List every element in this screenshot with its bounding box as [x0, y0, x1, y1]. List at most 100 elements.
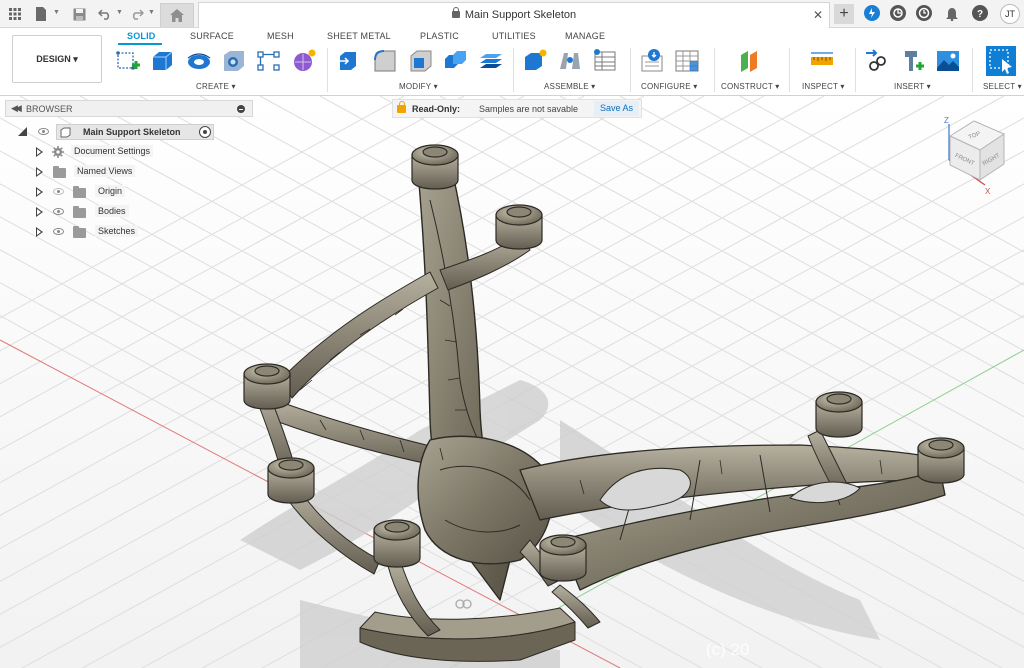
ribbon-separator: [327, 48, 328, 92]
tab-plastic[interactable]: PLASTIC: [420, 31, 459, 41]
notifications-bell-icon[interactable]: [943, 5, 961, 23]
puck-top-1: [411, 144, 459, 190]
tab-manage[interactable]: MANAGE: [565, 31, 605, 41]
ribbon-separator: [630, 48, 631, 92]
fillet-icon[interactable]: [372, 48, 398, 74]
expand-triangle-icon[interactable]: [36, 207, 43, 217]
tab-mesh[interactable]: MESH: [267, 31, 294, 41]
visibility-eye-icon[interactable]: [53, 208, 64, 215]
select-group-label[interactable]: SELECT ▾: [983, 82, 1022, 91]
job-status-icon[interactable]: [890, 5, 906, 21]
tab-solid[interactable]: SOLID: [127, 31, 156, 41]
puck-left-1: [243, 363, 291, 410]
file-menu-caret-icon[interactable]: ▼: [53, 9, 60, 16]
visibility-eye-icon[interactable]: [38, 128, 49, 135]
read-only-label: Read-Only:: [412, 104, 461, 114]
expand-triangle-icon[interactable]: [36, 147, 43, 157]
measure-icon[interactable]: [809, 48, 835, 74]
puck-front-2: [539, 534, 587, 582]
tree-item-document-settings[interactable]: Document Settings: [34, 144, 194, 160]
ribbon-separator: [972, 48, 973, 92]
svg-text:?: ?: [977, 9, 983, 20]
visibility-eye-icon[interactable]: [53, 228, 64, 235]
puck-right-1: [815, 391, 863, 438]
app-bar: ▼ ▼ ▼ Main Support Skeleton ✕ + ? JT: [0, 0, 1024, 28]
3d-viewport[interactable]: TOP FRONT RIGHT Z X (c) 20: [0, 96, 1024, 668]
tree-item-origin[interactable]: Origin: [34, 184, 194, 200]
hidden-eye-icon[interactable]: [53, 188, 64, 195]
undo-icon[interactable]: [96, 5, 114, 23]
home-icon: [170, 9, 184, 22]
document-title: Main Support Skeleton: [464, 9, 577, 21]
bill-of-materials-icon[interactable]: [592, 48, 618, 74]
viewcube-z-label: Z: [944, 116, 949, 125]
redo-caret-icon[interactable]: ▼: [148, 9, 155, 16]
workspace-switcher[interactable]: DESIGN ▾: [12, 35, 102, 83]
read-only-banner: Read-Only: Samples are not savable Save …: [392, 99, 642, 118]
expand-triangle-icon[interactable]: [36, 167, 43, 177]
press-pull-icon[interactable]: [336, 48, 362, 74]
expand-triangle-icon[interactable]: [36, 227, 43, 237]
insert-canvas-icon[interactable]: [935, 48, 961, 74]
configure-table-icon[interactable]: [674, 48, 700, 74]
tab-surface[interactable]: SURFACE: [190, 31, 234, 41]
new-component-icon[interactable]: [522, 48, 548, 74]
root-component[interactable]: Main Support Skeleton: [56, 124, 214, 140]
file-icon[interactable]: [32, 5, 50, 23]
tree-item-label: Origin: [95, 185, 126, 197]
hole-icon[interactable]: [221, 48, 247, 74]
extensions-icon[interactable]: [864, 5, 880, 21]
pattern-icon[interactable]: [256, 48, 282, 74]
user-avatar[interactable]: JT: [1000, 4, 1020, 24]
expand-triangle-icon[interactable]: [36, 187, 43, 197]
insert-group-label[interactable]: INSERT ▾: [894, 82, 931, 91]
undo-caret-icon[interactable]: ▼: [116, 9, 123, 16]
offset-face-icon[interactable]: [478, 48, 504, 74]
change-parameters-icon[interactable]: [640, 48, 666, 74]
model-canvas[interactable]: TOP FRONT RIGHT Z X (c) 20: [0, 96, 1024, 668]
extrude-icon[interactable]: [150, 48, 176, 74]
activate-radio-icon[interactable]: [199, 126, 211, 138]
ribbon-separator: [789, 48, 790, 92]
puck-front-1: [373, 519, 421, 568]
browser-panel-header[interactable]: ◀◀ BROWSER: [5, 100, 253, 117]
shell-icon[interactable]: [408, 48, 434, 74]
tree-item-label: Named Views: [74, 165, 136, 177]
offset-plane-icon[interactable]: [737, 48, 763, 74]
revolve-icon[interactable]: [186, 48, 212, 74]
tree-item-bodies[interactable]: Bodies: [34, 204, 194, 220]
expanded-triangle-icon[interactable]: [18, 127, 28, 137]
collapse-panel-icon[interactable]: ◀◀: [11, 103, 22, 114]
tree-root-row[interactable]: Main Support Skeleton: [16, 124, 216, 140]
redo-icon[interactable]: [128, 5, 146, 23]
active-tab-indicator: [118, 43, 162, 45]
modify-group-label[interactable]: MODIFY ▾: [399, 82, 438, 91]
save-as-button[interactable]: Save As: [594, 101, 640, 116]
tab-sheet-metal[interactable]: SHEET METAL: [327, 31, 391, 41]
home-tab-button[interactable]: [160, 3, 194, 27]
create-group-label[interactable]: CREATE ▾: [196, 82, 236, 91]
select-icon[interactable]: [985, 45, 1017, 77]
minimize-panel-icon[interactable]: [237, 105, 245, 113]
inspect-group-label[interactable]: INSPECT ▾: [802, 82, 845, 91]
tab-utilities[interactable]: UTILITIES: [492, 31, 536, 41]
help-icon[interactable]: ?: [972, 5, 988, 21]
joint-icon[interactable]: [557, 48, 583, 74]
new-tab-button[interactable]: +: [834, 4, 854, 24]
tree-item-sketches[interactable]: Sketches: [34, 224, 194, 240]
insert-derive-icon[interactable]: [864, 48, 890, 74]
configure-group-label[interactable]: CONFIGURE ▾: [641, 82, 697, 91]
close-tab-icon[interactable]: ✕: [813, 8, 823, 22]
history-icon[interactable]: [916, 5, 932, 21]
form-icon[interactable]: [291, 48, 317, 74]
assemble-group-label[interactable]: ASSEMBLE ▾: [544, 82, 595, 91]
combine-icon[interactable]: [443, 48, 469, 74]
tree-item-label: Document Settings: [71, 145, 154, 157]
tree-item-named-views[interactable]: Named Views: [34, 164, 194, 180]
create-sketch-icon[interactable]: [115, 48, 141, 74]
document-tab[interactable]: Main Support Skeleton ✕: [198, 2, 830, 28]
save-icon[interactable]: [70, 5, 88, 23]
construct-group-label[interactable]: CONSTRUCT ▾: [721, 82, 780, 91]
insert-mcmaster-icon[interactable]: [900, 48, 926, 74]
app-grid-icon[interactable]: [6, 5, 24, 23]
